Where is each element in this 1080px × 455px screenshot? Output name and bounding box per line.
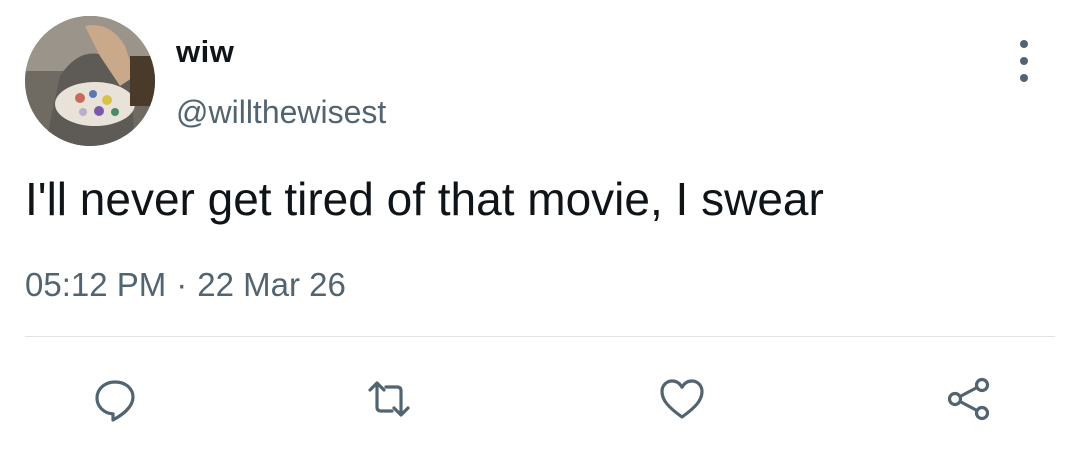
more-options-button[interactable] — [1004, 40, 1044, 82]
more-dots-icon — [1020, 40, 1028, 48]
tweet-time: 05:12 PM — [25, 266, 167, 303]
tweet-card: wiw @willthewisest I'll never get tired … — [0, 0, 1080, 455]
tweet-text: I'll never get tired of that movie, I sw… — [25, 173, 824, 225]
meta-separator: · — [176, 266, 188, 303]
retweet-button[interactable] — [364, 374, 414, 424]
tweet-date: 22 Mar 26 — [197, 266, 346, 303]
reply-icon — [95, 380, 135, 422]
avatar-image — [25, 16, 155, 146]
reply-button[interactable] — [90, 374, 140, 424]
divider — [25, 336, 1055, 337]
avatar[interactable] — [25, 16, 155, 146]
share-button[interactable] — [944, 374, 994, 424]
tweet-timestamp[interactable]: 05:12 PM · 22 Mar 26 — [25, 266, 346, 304]
share-icon — [947, 377, 990, 421]
more-dots-icon — [1020, 57, 1028, 65]
retweet-icon — [368, 381, 410, 417]
like-button[interactable] — [657, 374, 707, 424]
user-handle[interactable]: @willthewisest — [176, 94, 386, 131]
more-dots-icon — [1020, 74, 1028, 82]
heart-icon — [660, 379, 704, 419]
display-name[interactable]: wiw — [176, 34, 234, 70]
